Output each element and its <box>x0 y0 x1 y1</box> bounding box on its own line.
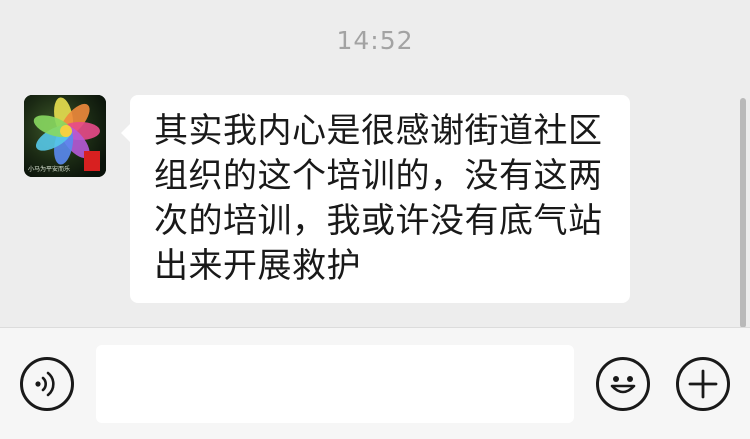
chat-scrollbar[interactable] <box>740 98 746 328</box>
message-text: 其实我内心是很感谢街道社区组织的这个培训的，没有这两次的培训，我或许没有底气站出… <box>154 111 603 286</box>
avatar-caption: 小马为平安而乐 <box>28 165 70 173</box>
contact-avatar[interactable]: 小马为平安而乐 <box>24 95 106 177</box>
voice-icon <box>35 371 55 397</box>
message-bubble[interactable]: 其实我内心是很感谢街道社区组织的这个培训的，没有这两次的培训，我或许没有底气站出… <box>121 95 630 303</box>
emoji-icon <box>610 376 636 394</box>
chat-area[interactable]: 14:52 小马为平安而乐 其实我内心是很感谢街道社区组织的这个培训的，没有这两… <box>0 0 750 328</box>
emoji-button[interactable] <box>596 357 650 411</box>
voice-button[interactable] <box>20 357 74 411</box>
input-bar <box>0 327 750 439</box>
plus-icon <box>688 369 718 399</box>
message-timestamp: 14:52 <box>336 26 414 55</box>
bubble-tail <box>121 123 131 143</box>
flower-avatar-icon: 小马为平安而乐 <box>24 95 106 177</box>
more-button[interactable] <box>676 357 730 411</box>
message-input[interactable] <box>96 345 574 423</box>
